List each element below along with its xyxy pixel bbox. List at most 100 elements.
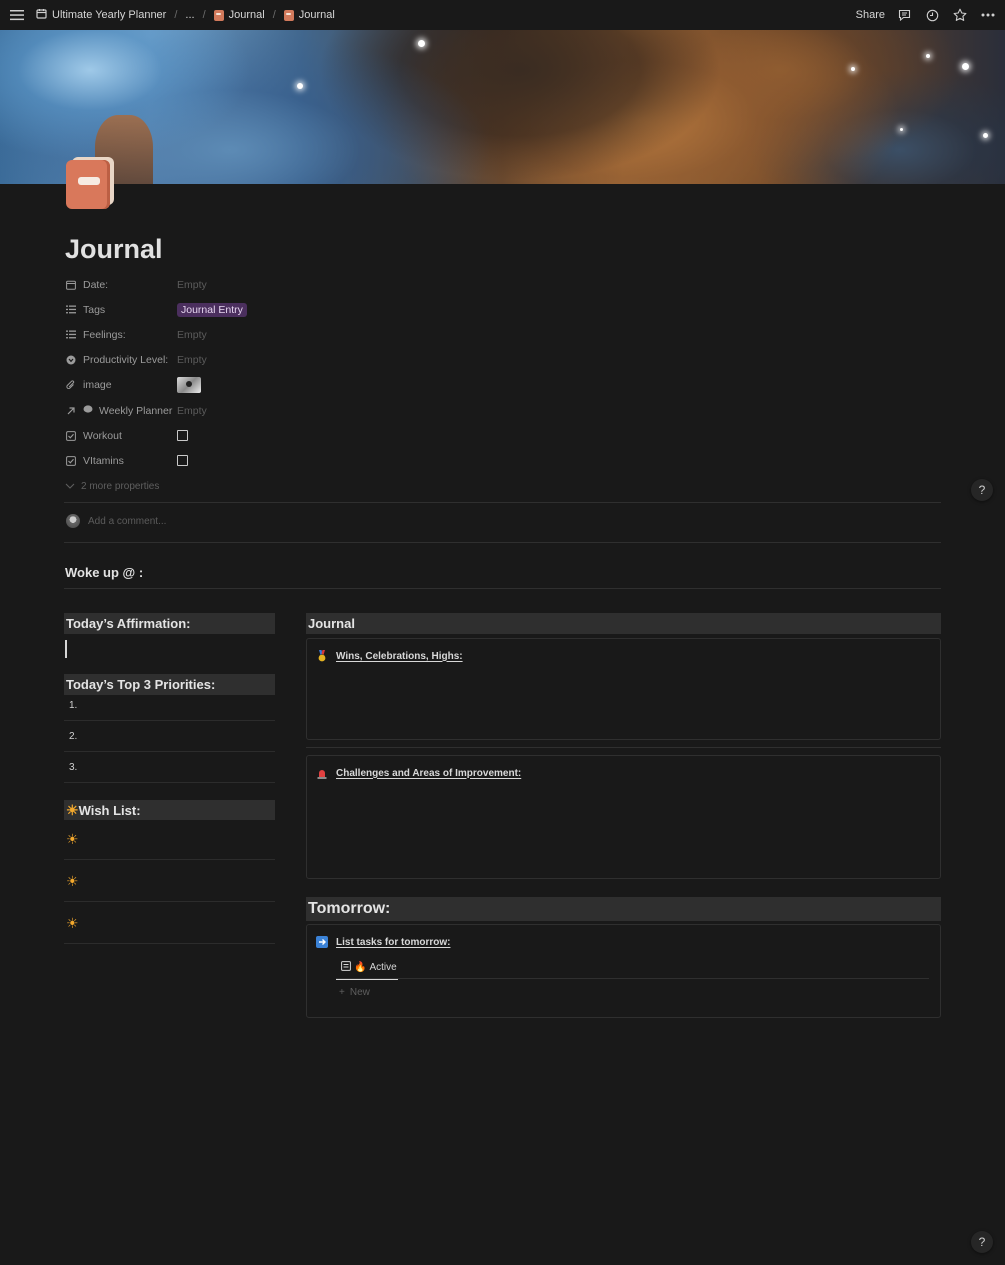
journal-heading[interactable]: Journal <box>306 613 941 634</box>
image-thumbnail[interactable] <box>177 377 201 394</box>
sun-icon: ☀ <box>66 872 79 889</box>
priority-item[interactable]: 1. <box>64 690 275 721</box>
help-button[interactable]: ? <box>971 1231 993 1253</box>
challenges-label: Challenges and Areas of Improvement: <box>336 767 522 779</box>
calendar-icon <box>36 8 47 22</box>
property-image-label: image <box>83 379 112 392</box>
breadcrumb-parent[interactable]: Journal <box>212 7 267 23</box>
property-weekly-planner[interactable]: Weekly Planner Empty <box>65 398 365 423</box>
tag-journal-entry[interactable]: Journal Entry <box>177 302 247 317</box>
property-tags[interactable]: Tags Journal Entry <box>65 297 365 322</box>
breadcrumb-separator: / <box>202 9 206 21</box>
star <box>297 83 303 89</box>
property-feelings-label: Feelings: <box>83 328 126 341</box>
property-workout-label: Workout <box>83 429 122 442</box>
book-icon <box>213 9 224 21</box>
breadcrumb-workspace[interactable]: Ultimate Yearly Planner <box>34 6 168 24</box>
breadcrumb-workspace-label: Ultimate Yearly Planner <box>52 9 167 21</box>
star <box>983 133 988 138</box>
property-weekly-label: Weekly Planner <box>99 404 173 417</box>
property-date[interactable]: Date: Empty <box>65 272 365 297</box>
paperclip-icon <box>65 379 77 391</box>
property-image[interactable]: image <box>65 373 365 398</box>
tab-active[interactable]: 🔥 Active <box>336 956 398 980</box>
breadcrumb-current-label: Journal <box>298 9 335 21</box>
star <box>962 63 969 70</box>
tomorrow-callout-title[interactable]: List tasks for tomorrow: <box>316 936 450 948</box>
property-date-value[interactable]: Empty <box>177 279 207 291</box>
wishlist-heading: Wish List: <box>78 802 141 818</box>
tasks-label: List tasks for tomorrow: <box>336 936 451 948</box>
more-properties-toggle[interactable]: 2 more properties <box>65 474 365 499</box>
fire-icon: 🔥 <box>354 961 367 973</box>
property-tags-label: Tags <box>83 303 106 316</box>
page-title[interactable]: Journal <box>65 234 163 265</box>
menu-icon[interactable] <box>8 6 26 24</box>
help-button[interactable]: ? <box>971 479 993 501</box>
property-productivity[interactable]: Productivity Level: Empty <box>65 348 365 373</box>
property-date-label: Date: <box>83 278 109 291</box>
tab-active-label: Active <box>369 961 397 973</box>
star-icon[interactable] <box>951 6 969 24</box>
more-properties-label: 2 more properties <box>81 480 160 492</box>
sun-icon: ☀ <box>66 914 79 931</box>
sun-icon: ☀ <box>66 830 79 847</box>
new-item-button[interactable]: + New <box>339 987 370 998</box>
list-icon <box>65 304 77 316</box>
breadcrumb-current[interactable]: Journal <box>282 7 337 23</box>
sun-icon: ☀ <box>66 802 79 818</box>
breadcrumb-parent-label: Journal <box>228 9 265 21</box>
divider <box>64 588 941 589</box>
wish-item[interactable]: ☀ <box>64 902 275 944</box>
affirmation-heading[interactable]: Today’s Affirmation: <box>64 613 275 634</box>
breadcrumb: Ultimate Yearly Planner / ... / Journal … <box>34 6 337 24</box>
property-vitamins-label: VItamins <box>83 454 124 467</box>
share-button[interactable]: Share <box>856 9 885 21</box>
clock-icon[interactable] <box>923 6 941 24</box>
comment-input[interactable]: Add a comment... <box>88 516 166 527</box>
property-feelings-value[interactable]: Empty <box>177 329 207 341</box>
book-icon <box>283 9 294 21</box>
table-view-icon <box>341 960 351 974</box>
wish-item[interactable]: ☀ <box>64 818 275 860</box>
star <box>418 40 425 47</box>
challenges-callout-title[interactable]: Challenges and Areas of Improvement: <box>316 767 521 779</box>
wish-item[interactable]: ☀ <box>64 860 275 902</box>
woke-up-heading[interactable]: Woke up @ : <box>65 565 143 580</box>
property-weekly-value[interactable]: Empty <box>177 405 207 417</box>
priority-item[interactable]: 3. <box>64 752 275 783</box>
tab-underline <box>336 978 929 979</box>
wins-callout-title[interactable]: Wins, Celebrations, Highs: <box>316 650 463 662</box>
property-vitamins[interactable]: VItamins <box>65 448 365 473</box>
arrow-right-icon <box>316 936 328 948</box>
property-workout[interactable]: Workout <box>65 423 365 448</box>
comment-icon[interactable] <box>895 6 913 24</box>
relation-arrow-icon <box>65 405 77 417</box>
siren-icon <box>316 767 328 779</box>
checkbox-icon <box>65 455 77 467</box>
wishlist-heading-bar[interactable]: ☀ Wish List: <box>64 800 275 820</box>
calendar-icon <box>65 279 77 291</box>
priority-item[interactable]: 2. <box>64 721 275 752</box>
properties: Date: Empty Tags Journal Entry Feelings:… <box>65 272 365 499</box>
text-cursor <box>65 640 67 658</box>
property-productivity-label: Productivity Level: <box>83 354 169 367</box>
comment-row[interactable]: Add a comment... <box>66 514 166 528</box>
breadcrumb-ellipsis[interactable]: ... <box>183 7 196 23</box>
star <box>900 128 903 131</box>
property-productivity-value[interactable]: Empty <box>177 354 207 366</box>
avatar <box>66 514 80 528</box>
breadcrumb-separator: / <box>272 9 276 21</box>
workout-checkbox[interactable] <box>177 430 188 442</box>
vitamins-checkbox[interactable] <box>177 455 188 467</box>
page-book-icon[interactable] <box>66 157 116 209</box>
more-icon[interactable] <box>979 6 997 24</box>
cover-image[interactable] <box>0 30 1005 184</box>
plus-icon: + <box>339 987 345 998</box>
top-actions: Share <box>856 6 997 24</box>
tomorrow-heading[interactable]: Tomorrow: <box>306 897 941 921</box>
divider <box>64 542 941 543</box>
star <box>851 67 855 71</box>
property-feelings[interactable]: Feelings: Empty <box>65 322 365 347</box>
status-icon <box>65 354 77 366</box>
